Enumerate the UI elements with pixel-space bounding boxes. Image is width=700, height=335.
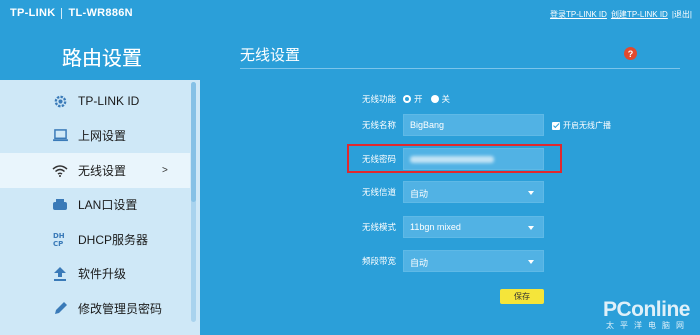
page-title: 无线设置 <box>240 47 301 64</box>
mode-select[interactable]: 11bgn mixed <box>403 216 544 238</box>
model-name: TL-WR886N <box>68 7 133 19</box>
radio-selected-icon <box>403 95 411 103</box>
mode-label: 无线模式 <box>361 222 396 232</box>
svg-text:DH: DH <box>53 232 65 240</box>
sidebar-item-admin-password[interactable]: 修改管理员密码 <box>0 291 190 326</box>
brand-name: TP-LINK <box>10 7 56 19</box>
help-icon[interactable]: ? <box>624 47 637 60</box>
upload-icon <box>52 266 68 282</box>
main-panel: 无线设置 ? 无线功能 开 关 无线名称 BigBang 开启无线广播 无线密码 <box>200 30 700 335</box>
save-button[interactable]: 保存 <box>500 289 544 304</box>
svg-text:CP: CP <box>53 240 63 247</box>
sidebar-scrollbar[interactable] <box>191 82 196 322</box>
logo-divider <box>61 7 63 19</box>
ssid-input[interactable]: BigBang <box>403 114 544 136</box>
watermark-logo: PConline <box>602 298 691 321</box>
sidebar-item-label: 上网设置 <box>78 129 127 144</box>
channel-row: 无线信道 自动 <box>200 181 700 203</box>
scrollbar-thumb[interactable] <box>191 82 196 202</box>
bandwidth-select[interactable]: 自动 <box>403 250 544 272</box>
sidebar-title: 路由设置 <box>62 48 142 70</box>
sidebar-item-internet[interactable]: 上网设置 <box>0 119 190 154</box>
mode-row: 无线模式 11bgn mixed <box>200 216 700 238</box>
ssid-label: 无线名称 <box>361 120 396 130</box>
wifi-icon <box>52 162 68 178</box>
sidebar-item-tplink-id[interactable]: TP-LINK ID <box>0 84 190 119</box>
sidebar-item-upgrade[interactable]: 软件升级 <box>0 257 190 292</box>
sidebar-item-label: LAN口设置 <box>78 198 138 213</box>
checkbox-checked-icon <box>552 121 560 130</box>
router-icon <box>52 197 68 213</box>
sidebar-header: 路由设置 <box>0 30 200 80</box>
wireless-label: 无线功能 <box>361 94 396 104</box>
bandwidth-label: 频段带宽 <box>361 256 396 266</box>
channel-label: 无线信道 <box>361 187 396 197</box>
watermark: PConline 太平洋电脑网 <box>602 298 691 331</box>
dhcp-icon: DH CP <box>52 231 68 247</box>
wireless-radio-group: 开 关 <box>403 93 450 105</box>
login-tplink-id-link[interactable]: 登录TP-LINK ID <box>550 9 607 20</box>
ssid-row: 无线名称 BigBang 开启无线广播 <box>200 114 700 136</box>
account-links: 登录TP-LINK ID 创建TP-LINK ID |退出| <box>550 9 692 20</box>
radio-unselected-icon <box>430 95 439 103</box>
wireless-toggle-row: 无线功能 开 关 <box>200 88 700 110</box>
logout-link[interactable]: |退出| <box>672 9 692 20</box>
brand-logo: TP-LINK TL-WR886N <box>10 7 133 19</box>
channel-select[interactable]: 自动 <box>403 181 544 203</box>
sidebar-item-label: 软件升级 <box>78 267 127 282</box>
wireless-on-radio[interactable]: 开 <box>403 93 423 105</box>
bandwidth-row: 频段带宽 自动 <box>200 250 700 272</box>
chevron-right-icon: > <box>162 164 168 176</box>
sidebar-item-label: 无线设置 <box>78 163 127 178</box>
title-divider <box>240 68 680 69</box>
wireless-on-label: 开 <box>414 94 423 104</box>
create-tplink-id-link[interactable]: 创建TP-LINK ID <box>611 9 668 20</box>
broadcast-label: 开启无线广播 <box>563 121 611 130</box>
top-header: TP-LINK TL-WR886N 登录TP-LINK ID 创建TP-LINK… <box>0 0 700 30</box>
sidebar-item-dhcp[interactable]: DH CP DHCP服务器 <box>0 222 190 257</box>
sidebar-item-label: TP-LINK ID <box>78 94 140 109</box>
watermark-subtitle: 太平洋电脑网 <box>606 321 690 330</box>
sidebar-item-lan[interactable]: LAN口设置 <box>0 188 190 223</box>
sidebar-nav: TP-LINK ID 上网设置 无线设置 > LAN口设置 DHCP DHCP <box>0 84 190 326</box>
gear-icon <box>52 93 68 109</box>
wireless-off-label: 关 <box>441 94 451 104</box>
annotation-highlight-box <box>347 144 562 173</box>
sidebar-item-label: 修改管理员密码 <box>78 301 163 316</box>
pencil-icon <box>52 300 68 316</box>
sidebar-item-label: DHCP服务器 <box>78 232 149 247</box>
monitor-icon <box>52 128 68 144</box>
wireless-off-radio[interactable]: 关 <box>430 93 451 105</box>
broadcast-checkbox[interactable]: 开启无线广播 <box>552 120 611 131</box>
sidebar: 路由设置 TP-LINK ID 上网设置 无线设置 > LAN口设置 DH CP… <box>0 30 200 335</box>
sidebar-item-wireless[interactable]: 无线设置 > <box>0 153 190 188</box>
